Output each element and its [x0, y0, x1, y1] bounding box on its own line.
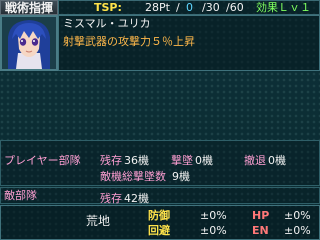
defense-label: 防御	[148, 209, 170, 222]
enemy-remaining-value: 42機	[124, 192, 149, 205]
enemy-remaining-label: 残存	[100, 192, 122, 205]
portrait-image	[2, 17, 56, 69]
enemy-units-label: 敵部隊	[4, 189, 37, 202]
shot-down-value: 0機	[195, 154, 213, 167]
retreat-label: 撤退	[244, 154, 266, 167]
tsp-max: /60	[226, 1, 244, 14]
tsp-label: TSP:	[94, 1, 122, 14]
total-kills-label: 敵機総撃墜数	[100, 170, 166, 183]
screen-title: 戦術指揮	[5, 1, 54, 15]
tsp-limit: /30	[202, 1, 220, 14]
hp-value: ±0%	[284, 209, 311, 222]
terrain-name: 荒地	[86, 214, 111, 228]
hp-label: HP	[252, 209, 270, 222]
screen-title-plate: 戦術指揮	[0, 0, 58, 15]
enemy-units-panel	[0, 187, 320, 204]
en-label: EN	[252, 224, 269, 237]
defense-value: ±0%	[200, 209, 227, 222]
pilot-name: ミスマル・ユリカ	[63, 17, 151, 30]
skill-description: 射撃武器の攻撃力５％上昇	[63, 35, 195, 48]
retreat-value: 0機	[268, 154, 286, 167]
player-remaining-label: 残存	[100, 154, 122, 167]
player-remaining-value: 36機	[124, 154, 149, 167]
tsp-separator: /	[176, 1, 180, 14]
evasion-label: 回避	[148, 224, 170, 237]
en-value: ±0%	[284, 224, 311, 237]
tactical-command-screen: 戦術指揮 TSP: 28Pt / 0 /30 /60 効果Ｌｖ１ ミスマル・ユリ…	[0, 0, 320, 240]
effect-level: 効果Ｌｖ１	[256, 1, 311, 14]
evasion-value: ±0%	[200, 224, 227, 237]
shot-down-label: 撃墜	[171, 154, 193, 167]
total-kills-value: 9機	[172, 170, 190, 183]
tsp-points: 28Pt	[145, 1, 170, 14]
tsp-current: 0	[186, 1, 193, 14]
player-units-label: プレイヤー部隊	[4, 154, 81, 167]
pilot-portrait	[0, 15, 58, 71]
